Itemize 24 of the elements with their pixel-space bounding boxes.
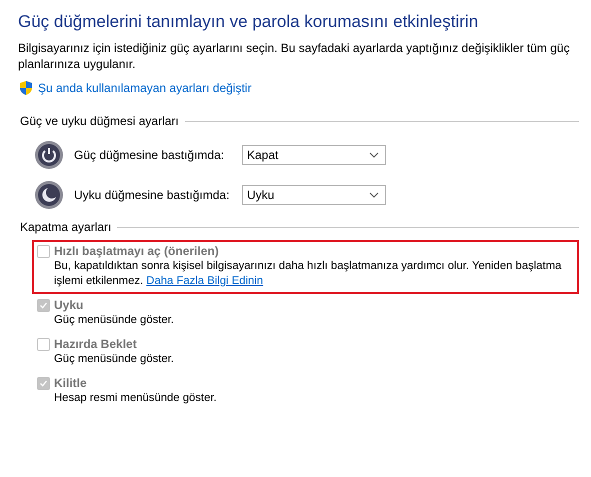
chevron-icon bbox=[369, 152, 379, 158]
dropdown[interactable]: Kapat bbox=[242, 145, 386, 165]
chevron-icon bbox=[369, 192, 379, 198]
moon-icon bbox=[34, 180, 64, 210]
description-text: Bilgisayarınız için istediğiniz güç ayarlarını seçin. Bu sayfadaki ayarlarda yaptığınız değişiklikler tüm güç planlarınıza uygulanır. bbox=[18, 40, 571, 72]
setting-label: Güç düğmesine bastığımda: bbox=[74, 148, 226, 162]
power-icon bbox=[34, 140, 64, 170]
option-description: Bu, kapatıldıktan sonra kişisel bilgisayarınızı daha hızlı başlatmanıza yardımcı olur. Yeniden başlatma işlemi etkilenmez. Daha Fazla Bilgi Edinin bbox=[54, 259, 562, 289]
option-description: Güç menüsünde göster. bbox=[54, 352, 175, 367]
section-heading: Güç ve uyku düğmesi ayarları bbox=[20, 114, 179, 128]
page-title: Güç düğmelerini tanımlayın ve parola korumasını etkinleştirin bbox=[18, 12, 480, 32]
option-label: Uyku bbox=[54, 298, 84, 312]
dropdown[interactable]: Uyku bbox=[242, 185, 386, 205]
option-label: Hızlı başlatmayı aç (önerilen) bbox=[54, 244, 219, 258]
shield-icon bbox=[18, 80, 34, 96]
section-heading: Kapatma ayarları bbox=[20, 220, 112, 234]
option-description: Güç menüsünde göster. bbox=[54, 313, 175, 328]
option-description: Hesap resmi menüsünde göster. bbox=[54, 391, 218, 406]
checkmark-icon bbox=[39, 300, 48, 310]
option-label: Kilitle bbox=[54, 376, 87, 390]
admin-link[interactable]: Şu anda kullanılamayan ayarları değiştir bbox=[38, 81, 252, 95]
checkmark-icon bbox=[39, 378, 48, 388]
setting-label: Uyku düğmesine bastığımda: bbox=[74, 188, 230, 202]
option-label: Hazırda Beklet bbox=[54, 337, 137, 351]
